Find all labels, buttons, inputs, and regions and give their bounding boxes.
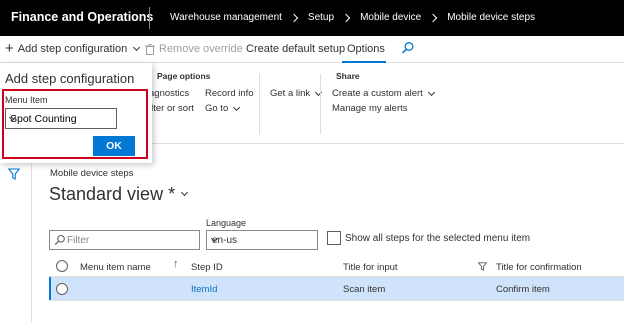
tab-active-indicator [342, 61, 386, 63]
ribbon-group-divider [320, 74, 321, 134]
go-to-label: Go to [205, 103, 229, 114]
column-header-step-id[interactable]: Step ID [191, 262, 223, 273]
chevron-right-icon [428, 13, 438, 22]
top-bar-divider [149, 7, 150, 29]
menu-item-select[interactable]: Spot Counting [5, 108, 117, 129]
filter-input[interactable] [67, 233, 197, 248]
filter-icon[interactable] [8, 168, 20, 180]
top-nav-bar: Finance and Operations Warehouse managem… [0, 0, 624, 36]
remove-override-button[interactable]: Remove override [145, 43, 243, 55]
grid-row-divider [49, 300, 624, 301]
ribbon-group-divider [259, 74, 260, 134]
breadcrumb: Warehouse management Setup Mobile device… [170, 12, 535, 23]
go-to-menu[interactable]: Go to [205, 103, 241, 114]
get-a-link-label: Get a link [270, 88, 311, 99]
menu-item-label: Menu Item [5, 95, 48, 105]
get-a-link-menu[interactable]: Get a link [270, 88, 323, 99]
tab-options[interactable]: Options [340, 36, 388, 63]
row-select-radio[interactable] [56, 283, 68, 295]
remove-override-label: Remove override [159, 43, 243, 55]
flyout-title: Add step configuration [5, 71, 135, 86]
column-header-title-for-input[interactable]: Title for input [343, 262, 398, 273]
column-header-title-for-confirmation[interactable]: Title for confirmation [496, 262, 582, 273]
show-all-steps-checkbox[interactable] [327, 231, 341, 245]
add-step-configuration-label: Add step configuration [17, 43, 128, 55]
app-title[interactable]: Finance and Operations [11, 10, 153, 24]
chevron-down-icon [181, 188, 189, 197]
breadcrumb-mobile-device[interactable]: Mobile device [360, 12, 421, 23]
chevron-down-icon [133, 43, 141, 52]
record-info-link[interactable]: Record info [205, 88, 254, 99]
diagnostics-link[interactable]: agnostics [149, 88, 189, 99]
show-all-steps-label: Show all steps for the selected menu ite… [345, 233, 531, 244]
share-group-title: Share [336, 71, 360, 81]
column-filter-icon[interactable] [478, 262, 487, 271]
filter-or-sort-link[interactable]: ilter or sort [149, 103, 194, 114]
page-options-group-title: Page options [157, 71, 211, 81]
chevron-down-icon [315, 88, 323, 96]
left-filter-rail [0, 163, 32, 323]
sort-ascending-icon[interactable]: ↑ [173, 258, 179, 270]
breadcrumb-setup[interactable]: Setup [308, 12, 334, 23]
cell-title-for-input: Scan item [343, 284, 386, 295]
search-icon[interactable] [401, 41, 415, 55]
section-label: Mobile device steps [50, 168, 134, 179]
cell-title-for-confirmation: Confirm item [496, 284, 550, 295]
language-select[interactable]: en-us [206, 230, 318, 250]
breadcrumb-mobile-device-steps[interactable]: Mobile device steps [447, 12, 535, 23]
trash-icon [145, 43, 155, 55]
page-title: Standard view * [49, 184, 176, 204]
create-default-setup-label: Create default setup [246, 43, 346, 55]
manage-my-alerts-link[interactable]: Manage my alerts [332, 103, 408, 114]
add-step-configuration-button[interactable]: + Add step configuration [5, 40, 141, 57]
chevron-right-icon [289, 13, 299, 22]
menu-item-select-value: Spot Counting [10, 113, 77, 125]
create-default-setup-button[interactable]: Create default setup [246, 43, 345, 55]
search-icon [54, 234, 65, 246]
select-all-radio[interactable] [56, 260, 68, 272]
create-custom-alert-menu[interactable]: Create a custom alert [332, 88, 435, 99]
breadcrumb-warehouse-management[interactable]: Warehouse management [170, 12, 282, 23]
filter-field[interactable] [49, 230, 200, 250]
create-custom-alert-label: Create a custom alert [332, 88, 423, 99]
view-selector[interactable]: Standard view * [49, 184, 189, 205]
tab-options-label: Options [347, 43, 385, 55]
chevron-down-icon [233, 103, 241, 111]
ok-button[interactable]: OK [93, 136, 135, 156]
column-header-menu-item-name[interactable]: Menu item name [80, 262, 151, 273]
plus-icon: + [5, 40, 14, 57]
chevron-down-icon [427, 88, 435, 96]
cell-step-id[interactable]: ItemId [191, 284, 217, 295]
chevron-right-icon [341, 13, 351, 22]
language-label: Language [206, 218, 247, 228]
